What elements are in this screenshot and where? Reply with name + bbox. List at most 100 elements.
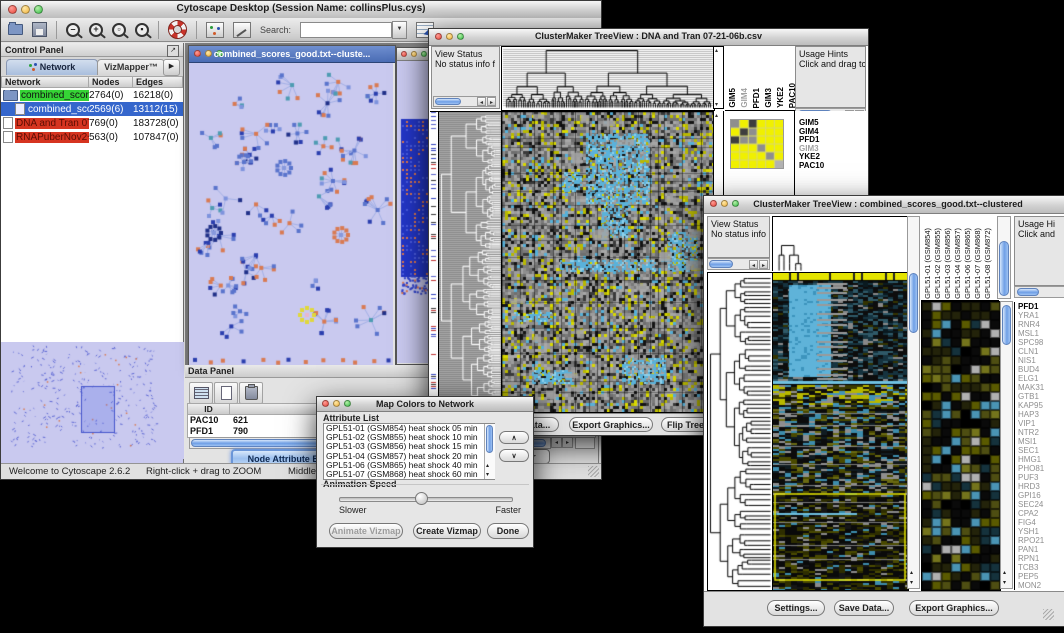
- treeview2-zoom-heatmap[interactable]: [921, 301, 1001, 591]
- close-icon[interactable]: [401, 51, 407, 57]
- treeview1-correlation-matrix[interactable]: [730, 119, 784, 169]
- treeview1-label-scrollbar[interactable]: ▴ ▾: [713, 46, 724, 109]
- export-graphics-button[interactable]: Export Graphics...: [909, 600, 999, 616]
- new-attribute-icon[interactable]: [214, 382, 238, 404]
- gene-label[interactable]: CPA2: [1018, 509, 1064, 518]
- scroll-left-icon[interactable]: ◂: [477, 97, 486, 106]
- tab-vizmapper[interactable]: VizMapper™: [97, 59, 165, 75]
- done-button[interactable]: Done: [487, 523, 529, 539]
- float-panel-icon[interactable]: ↗: [167, 45, 179, 57]
- main-title-bar[interactable]: Cytoscape Desktop (Session Name: collins…: [1, 1, 601, 19]
- delete-attribute-icon[interactable]: [239, 382, 263, 404]
- column-nodes[interactable]: Nodes: [89, 76, 133, 88]
- usage-hints-hscrollbar[interactable]: [1014, 286, 1064, 298]
- scrollbar-thumb[interactable]: [909, 273, 918, 333]
- gene-label[interactable]: YRA1: [1018, 311, 1064, 320]
- zoom-out-icon[interactable]: –: [66, 23, 80, 37]
- treeview1-heatmap[interactable]: [501, 111, 715, 413]
- treeview2-heatmap[interactable]: [772, 272, 909, 591]
- scroll-right-icon[interactable]: ▸: [487, 97, 496, 106]
- gene-label[interactable]: HMG1: [1018, 455, 1064, 464]
- scrollbar-thumb[interactable]: [486, 425, 493, 453]
- gene-label[interactable]: MSI1: [1018, 437, 1064, 446]
- treeview1-row-dendrogram[interactable]: [438, 111, 503, 413]
- birdseye-view[interactable]: [1, 342, 183, 464]
- open-session-icon[interactable]: [8, 24, 23, 35]
- gene-label[interactable]: BUD4: [1018, 365, 1064, 374]
- resize-grip[interactable]: [1043, 609, 1054, 620]
- gene-label[interactable]: HAP3: [1018, 410, 1064, 419]
- network-row[interactable]: RNAPuberNov2+563(0)107847(0): [1, 130, 183, 144]
- gene-label[interactable]: TCB3: [1018, 563, 1064, 572]
- search-dropdown-icon[interactable]: ▼: [392, 21, 407, 39]
- annotation-icon[interactable]: [233, 22, 251, 38]
- gene-label[interactable]: PEP5: [1018, 572, 1064, 581]
- help-icon[interactable]: [168, 20, 187, 39]
- gene-label[interactable]: RNR4: [1018, 320, 1064, 329]
- move-up-button[interactable]: ∧: [499, 431, 529, 444]
- gene-label[interactable]: ELG1: [1018, 374, 1064, 383]
- gene-label[interactable]: SEC24: [1018, 500, 1064, 509]
- zoom-in-icon[interactable]: +: [89, 23, 103, 37]
- attribute-select-icon[interactable]: [189, 382, 213, 404]
- gene-label[interactable]: MON2: [1018, 581, 1064, 590]
- save-data-button[interactable]: Save Data...: [834, 600, 894, 616]
- tab-overflow-icon[interactable]: ▶: [163, 59, 180, 76]
- gene-label[interactable]: RPO21: [1018, 536, 1064, 545]
- column-labels-vscrollbar[interactable]: [997, 216, 1011, 299]
- attribute-list[interactable]: GPL51-01 (GSM854) heat shock 05 minGPL51…: [323, 423, 495, 480]
- resize-grip[interactable]: [588, 466, 599, 477]
- zoom-selected-icon[interactable]: ▫: [112, 23, 126, 37]
- gene-label[interactable]: CLN1: [1018, 347, 1064, 356]
- network-row[interactable]: combined_scores2764(0)16218(0): [1, 88, 183, 102]
- scrollbar-thumb[interactable]: [999, 241, 1009, 296]
- move-down-button[interactable]: ∨: [499, 449, 529, 462]
- treeview1-column-dendrogram[interactable]: [501, 46, 715, 111]
- treeview2-column-dendrogram[interactable]: [772, 216, 909, 271]
- gene-label[interactable]: GPI16: [1018, 491, 1064, 500]
- dialog-title-bar[interactable]: Map Colors to Network: [317, 397, 533, 412]
- scroll-right-icon[interactable]: ▸: [759, 260, 768, 269]
- slider-thumb[interactable]: [415, 492, 428, 505]
- export-graphics-button[interactable]: Export Graphics...: [569, 417, 653, 432]
- network-view-canvas[interactable]: [189, 63, 393, 365]
- network-row[interactable]: DNA and Tran 07769(0)183728(0): [1, 116, 183, 130]
- attribute-item[interactable]: GPL51-07 (GSM868) heat shock 60 min: [324, 470, 494, 479]
- treeview1-title-bar[interactable]: ClusterMaker TreeView : DNA and Tran 07-…: [429, 29, 868, 46]
- gene-label[interactable]: PFD1: [1018, 302, 1064, 311]
- scrollbar-thumb[interactable]: [1017, 288, 1039, 296]
- treeview2-vscrollbar[interactable]: ▴ ▾: [907, 216, 920, 589]
- gene-label[interactable]: MSL1: [1018, 329, 1064, 338]
- treeview2-row-dendrogram[interactable]: [707, 272, 773, 591]
- view-status-hscrollbar[interactable]: ◂ ▸: [707, 258, 770, 270]
- gene-label[interactable]: YSH1: [1018, 527, 1064, 536]
- gene-label[interactable]: NTR2: [1018, 428, 1064, 437]
- gene-label[interactable]: SEC1: [1018, 446, 1064, 455]
- gene-label[interactable]: NIS1: [1018, 356, 1064, 365]
- gene-label[interactable]: KAP95: [1018, 401, 1064, 410]
- scroll-right-icon[interactable]: ▸: [562, 437, 573, 448]
- gene-label[interactable]: PHO81: [1018, 464, 1064, 473]
- gene-label[interactable]: VIP1: [1018, 419, 1064, 428]
- vizmapper-icon[interactable]: [206, 22, 224, 38]
- scroll-left-icon[interactable]: ◂: [749, 260, 758, 269]
- zoom-window-icon[interactable]: [421, 51, 427, 57]
- create-vizmap-button[interactable]: Create Vizmap: [413, 523, 481, 539]
- save-session-icon[interactable]: [32, 22, 47, 37]
- network-row[interactable]: combined_sco2569(6)13112(15): [1, 102, 183, 116]
- gene-label[interactable]: PUF3: [1018, 473, 1064, 482]
- animate-vizmap-button[interactable]: Animate Vizmap: [329, 523, 403, 539]
- scrollbar-thumb[interactable]: [709, 260, 733, 268]
- gene-label[interactable]: PAN1: [1018, 545, 1064, 554]
- gene-label[interactable]: FIG4: [1018, 518, 1064, 527]
- zoom-fit-icon[interactable]: ▪: [135, 23, 149, 37]
- search-input[interactable]: [300, 22, 392, 38]
- treeview2-title-bar[interactable]: ClusterMaker TreeView : combined_scores_…: [704, 196, 1064, 214]
- gene-label[interactable]: SPC98: [1018, 338, 1064, 347]
- scrollbar-thumb[interactable]: [1002, 305, 1011, 345]
- column-edges[interactable]: Edges: [133, 76, 183, 88]
- network-view-title-bar[interactable]: combined_scores_good.txt--cluste...: [189, 46, 395, 63]
- zoom-view-vscrollbar[interactable]: ▴ ▾: [1000, 301, 1013, 589]
- gene-label[interactable]: RPN1: [1018, 554, 1064, 563]
- attribute-list-vscrollbar[interactable]: ▴ ▾: [484, 424, 495, 479]
